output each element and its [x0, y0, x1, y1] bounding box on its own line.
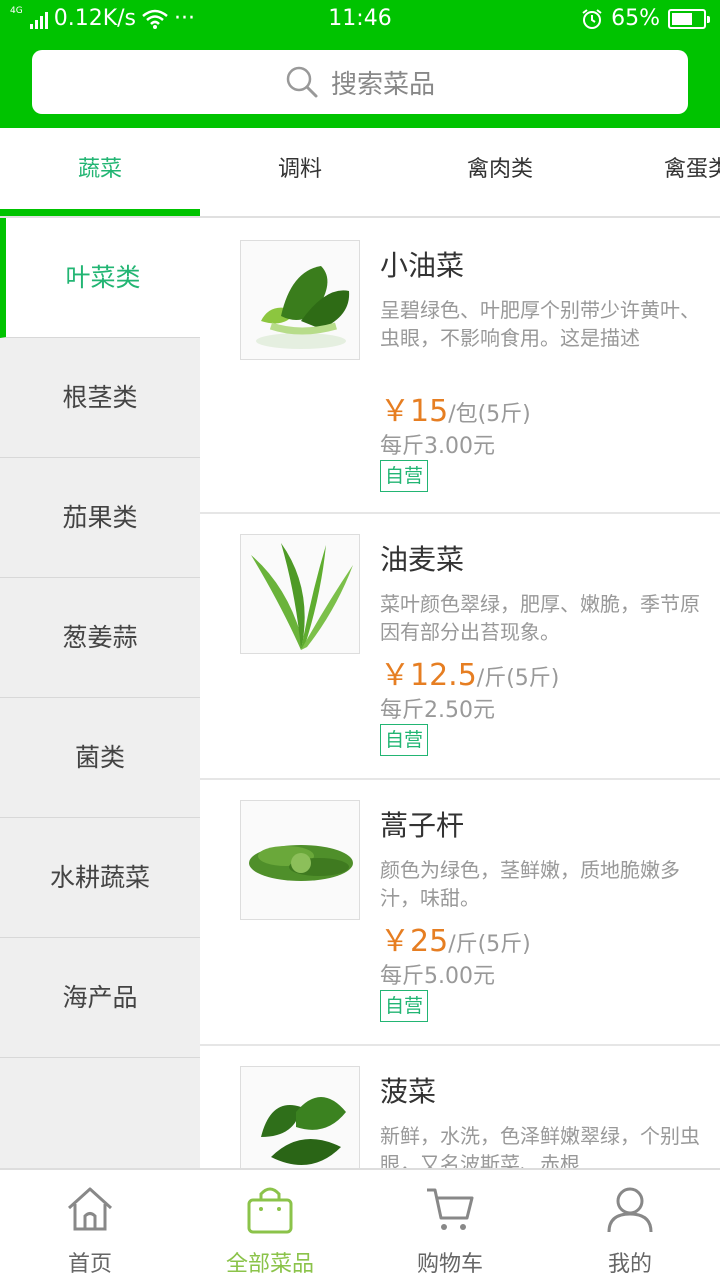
product-name: 蒿子杆	[380, 809, 465, 842]
product-item[interactable]: 菠菜 新鲜，水洗，色泽鲜嫩翠绿，个别虫眼，又名波斯菜、赤根	[200, 1046, 720, 1170]
bok-choy-image[interactable]	[240, 240, 360, 360]
self-operated-badge: 自营	[380, 460, 429, 492]
product-price: ￥15	[380, 394, 449, 429]
product-unit: /斤(5斤)	[476, 666, 560, 691]
product-price-per-jin: 每斤5.00元	[380, 964, 495, 989]
sidebar-item-leafy[interactable]: 叶菜类	[0, 218, 200, 338]
bottom-navigation: 首页 全部菜品 购物车 我的	[0, 1168, 720, 1280]
cart-icon	[427, 1188, 474, 1230]
product-name: 小油菜	[380, 249, 465, 282]
product-price: ￥12.5	[380, 658, 477, 693]
alarm-icon	[582, 8, 602, 29]
shopping-bag-icon	[247, 1187, 293, 1234]
nav-cart-label: 购物车	[416, 1252, 483, 1277]
product-price-per-jin: 每斤2.50元	[380, 698, 495, 723]
tab-seasoning[interactable]: 调料	[200, 128, 400, 216]
battery-percent: 65%	[611, 6, 660, 31]
battery-level	[672, 12, 692, 25]
product-unit: /斤(5斤)	[448, 932, 531, 957]
product-description: 颜色为绿色，茎鲜嫩，质地脆嫩多汁，味甜。	[380, 858, 680, 910]
nav-home-label: 首页	[67, 1252, 112, 1277]
nav-cart[interactable]: 购物车	[360, 1170, 540, 1280]
tab-eggs[interactable]: 禽蛋类	[600, 128, 720, 216]
product-unit: /包(5斤)	[448, 402, 531, 427]
user-icon	[607, 1187, 653, 1233]
nav-profile-label: 我的	[607, 1252, 652, 1277]
product-price: ￥25	[380, 924, 449, 959]
nav-all-dishes[interactable]: 全部菜品	[180, 1170, 360, 1280]
tab-active-indicator	[0, 209, 200, 216]
product-description: 新鲜，水洗，色泽鲜嫩翠绿，个别虫眼，又名波斯菜、赤根	[380, 1124, 700, 1170]
nav-all-dishes-label: 全部菜品	[225, 1252, 314, 1277]
nav-home[interactable]: 首页	[0, 1170, 180, 1280]
product-item[interactable]: 油麦菜 菜叶颜色翠绿，肥厚、嫩脆，季节原因有部分出苔现象。 ￥12.5/斤(5斤…	[200, 514, 720, 780]
sidebar-item-fruit-veg[interactable]: 茄果类	[0, 458, 200, 578]
lettuce-image[interactable]	[240, 534, 360, 654]
product-name: 菠菜	[380, 1075, 437, 1108]
sidebar-item-seafood[interactable]: 海产品	[0, 938, 200, 1058]
sidebar-item-mushroom[interactable]: 菌类	[0, 698, 200, 818]
product-item[interactable]: 小油菜 呈碧绿色、叶肥厚个别带少许黄叶、虫眼，不影响食用。这是描述 ￥15/包(…	[200, 218, 720, 514]
self-operated-badge: 自营	[380, 990, 429, 1022]
nav-profile[interactable]: 我的	[540, 1170, 720, 1280]
sidebar-item-hydroponic[interactable]: 水耕蔬菜	[0, 818, 200, 938]
sidebar-item-onion-ginger-garlic[interactable]: 葱姜蒜	[0, 578, 200, 698]
product-description: 呈碧绿色、叶肥厚个别带少许黄叶、虫眼，不影响食用。这是描述	[380, 298, 700, 350]
product-price-per-jin: 每斤3.00元	[380, 434, 495, 459]
search-icon	[286, 66, 318, 98]
product-list: 小油菜 呈碧绿色、叶肥厚个别带少许黄叶、虫眼，不影响食用。这是描述 ￥15/包(…	[200, 218, 720, 1170]
spinach-image[interactable]	[240, 1066, 360, 1170]
battery-icon	[668, 8, 710, 29]
tab-vegetables[interactable]: 蔬菜	[0, 128, 200, 216]
subcategory-sidebar: 叶菜类 根茎类 茄果类 葱姜蒜 菌类 水耕蔬菜 海产品	[0, 218, 200, 1170]
app-header: 4G 0.12K/s ··· 11:46 65% 搜索菜品	[0, 0, 720, 128]
search-bar[interactable]: 搜索菜品	[32, 50, 688, 114]
crown-daisy-image[interactable]	[240, 800, 360, 920]
sidebar-item-root[interactable]: 根茎类	[0, 338, 200, 458]
product-item[interactable]: 蒿子杆 颜色为绿色，茎鲜嫩，质地脆嫩多汁，味甜。 ￥25/斤(5斤) 每斤5.0…	[200, 780, 720, 1046]
tab-poultry[interactable]: 禽肉类	[400, 128, 600, 216]
home-icon	[67, 1187, 113, 1231]
product-description: 菜叶颜色翠绿，肥厚、嫩脆，季节原因有部分出苔现象。	[380, 592, 700, 644]
category-tabs: 蔬菜 调料 禽肉类 禽蛋类	[0, 128, 720, 218]
status-bar: 4G 0.12K/s ··· 11:46 65%	[0, 0, 720, 40]
search-placeholder: 搜索菜品	[330, 69, 435, 100]
self-operated-badge: 自营	[380, 724, 429, 756]
product-name: 油麦菜	[380, 543, 465, 576]
